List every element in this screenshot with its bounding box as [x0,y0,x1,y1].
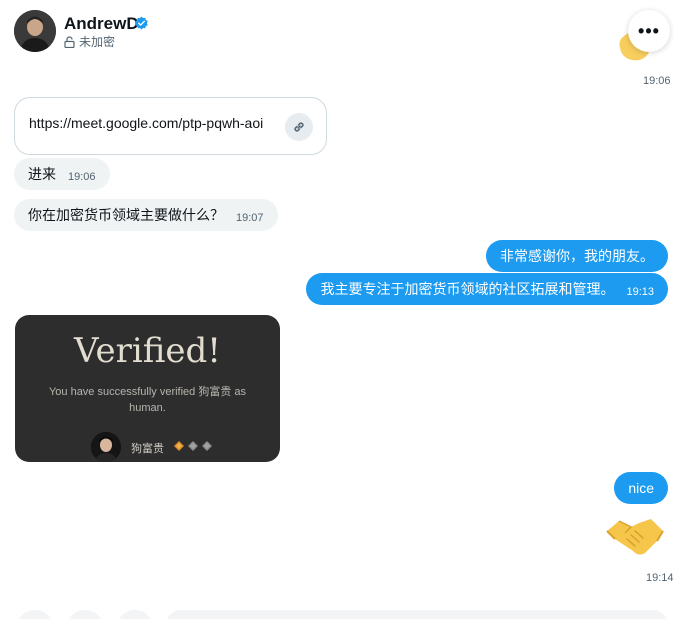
gray-badge-icon [188,441,198,451]
encryption-label: 未加密 [79,35,116,49]
message-input[interactable] [166,610,668,619]
message-incoming[interactable]: 你在加密货币领域主要做什么？ 19:07 [14,199,278,231]
message-timestamp: 19:07 [236,212,264,224]
message-text: 你在加密货币领域主要做什么？ [28,207,224,223]
verified-badge-icon [135,16,148,30]
emoji-button[interactable] [118,610,152,619]
media-button[interactable] [18,610,52,619]
gray-badge-icon [202,441,212,451]
composer-bar [0,606,680,619]
wave-timestamp: 19:06 [643,75,671,87]
message-outgoing[interactable]: 我主要专注于加密货币领域的社区拓展和管理。 19:13 [306,273,668,305]
gif-button[interactable] [68,610,102,619]
contact-avatar[interactable] [14,10,56,52]
link-icon[interactable] [285,113,313,141]
rank-badges [173,440,213,452]
verified-user-name: 狗富贵 [131,443,164,455]
message-text: 非常感谢你，我的朋友。 [500,248,654,264]
handshake-timestamp: 19:14 [646,572,674,584]
message-text: 进来 [28,166,56,182]
message-outgoing[interactable]: 非常感谢你，我的朋友。 [486,240,668,272]
verified-description: You have successfully verified 狗富贵 as hu… [48,386,247,414]
verified-title: Verified! [74,331,221,371]
link-url[interactable]: https://meet.google.com/ptp-pqwh-aoi [29,115,263,131]
encryption-status: 未加密 [64,33,115,50]
handshake-emoji-icon [606,519,664,555]
message-timestamp: 19:13 [626,286,654,298]
message-incoming[interactable]: 进来 19:06 [14,158,110,190]
contact-name[interactable]: AndrewD [64,14,139,34]
more-options-button[interactable]: ••• [628,10,670,52]
gold-badge-icon [174,441,184,451]
message-text: nice [628,480,654,496]
conversation-header: AndrewD 未加密 [0,0,680,70]
unlock-icon [64,35,75,48]
message-text: 我主要专注于加密货币领域的社区拓展和管理。 [320,281,615,297]
verified-user-avatar [91,432,121,462]
message-outgoing[interactable]: nice [614,472,668,504]
link-preview-card[interactable]: https://meet.google.com/ptp-pqwh-aoi [14,97,327,155]
verified-image-card[interactable]: Verified! You have successfully verified… [15,315,280,462]
message-timestamp: 19:06 [68,171,96,183]
